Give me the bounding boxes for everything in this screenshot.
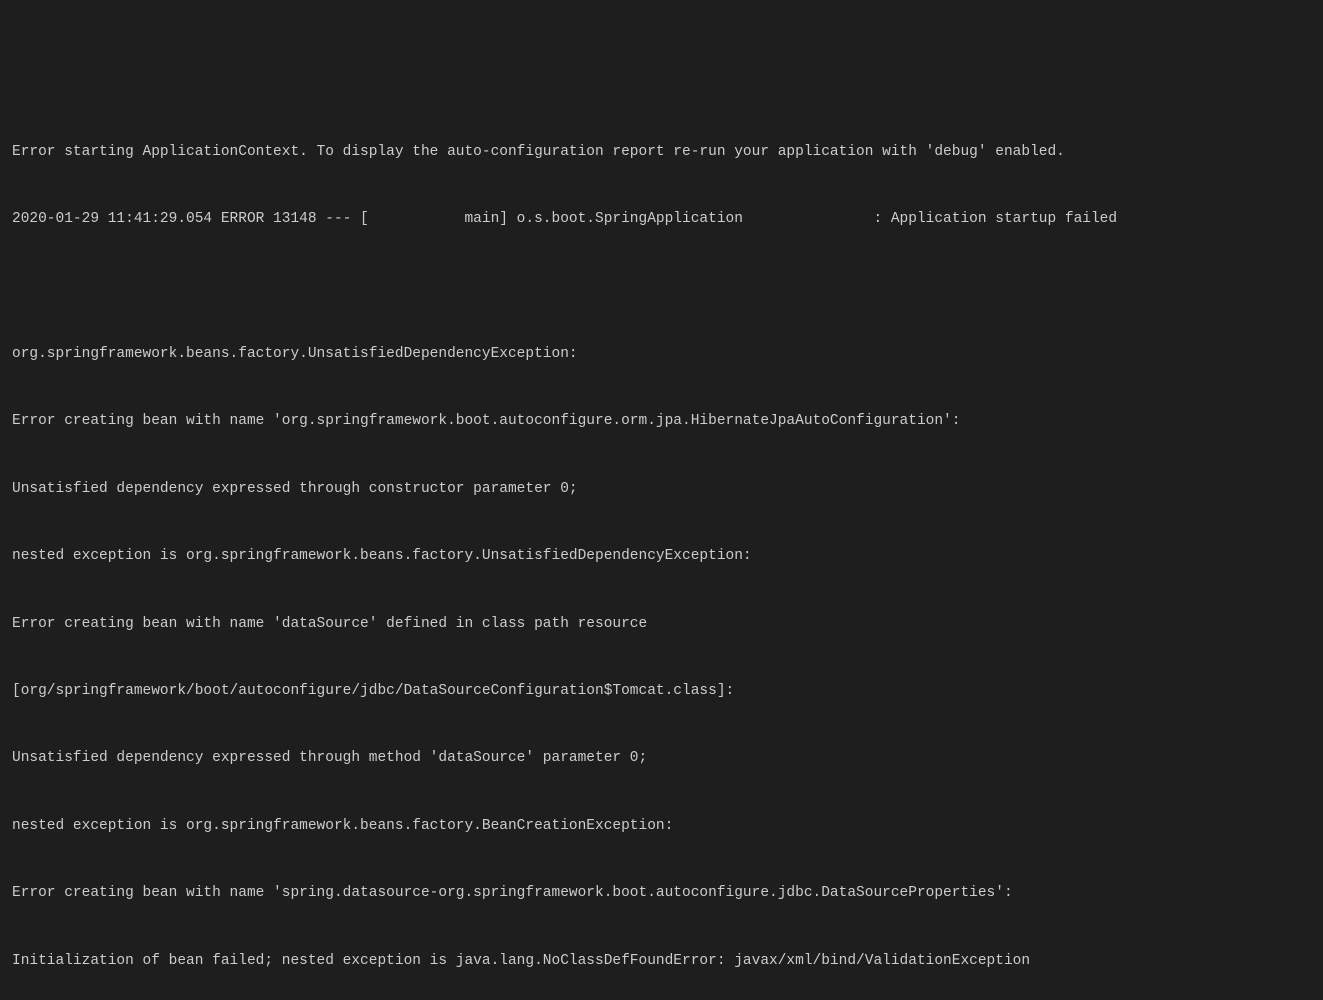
console-output[interactable]: Error starting ApplicationContext. To di… [12,96,1311,1000]
log-line: Unsatisfied dependency expressed through… [12,478,1311,500]
log-line: Error creating bean with name 'org.sprin… [12,410,1311,432]
log-line: Error creating bean with name 'dataSourc… [12,613,1311,635]
log-line: nested exception is org.springframework.… [12,815,1311,837]
log-line: org.springframework.beans.factory.Unsati… [12,343,1311,365]
log-line: 2020-01-29 11:41:29.054 ERROR 13148 --- … [12,208,1311,230]
log-line: Initialization of bean failed; nested ex… [12,950,1311,972]
log-line: nested exception is org.springframework.… [12,545,1311,567]
log-line: Unsatisfied dependency expressed through… [12,747,1311,769]
log-line: Error starting ApplicationContext. To di… [12,141,1311,163]
log-line: Error creating bean with name 'spring.da… [12,882,1311,904]
log-line: [org/springframework/boot/autoconfigure/… [12,680,1311,702]
blank-line [12,276,1311,298]
